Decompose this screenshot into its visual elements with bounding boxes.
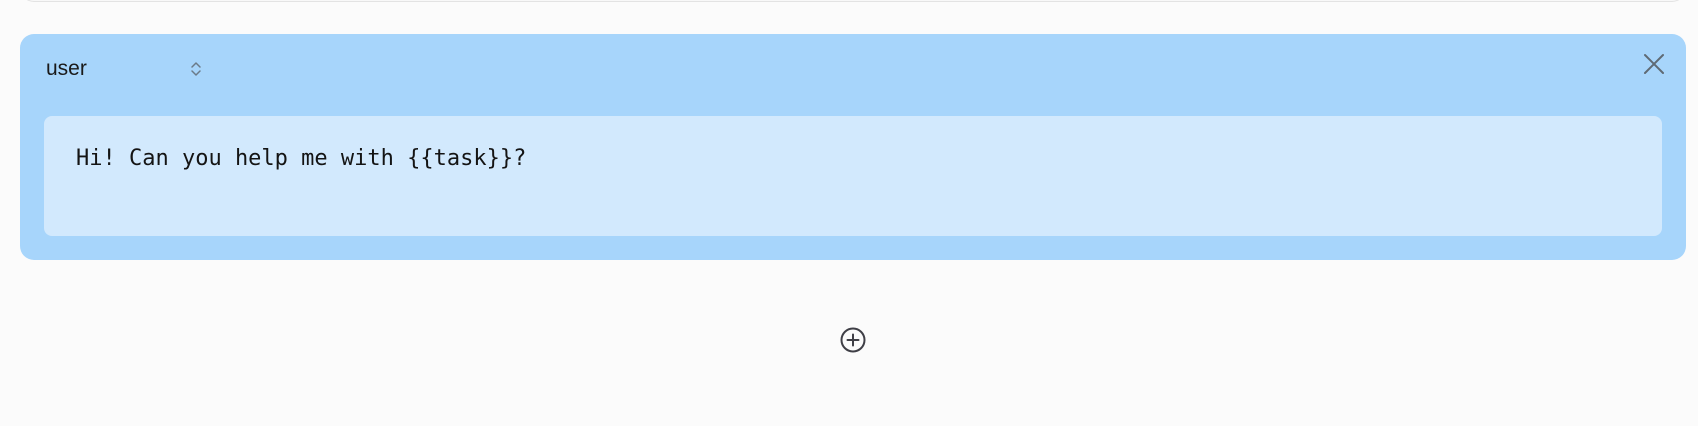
chevron-up-down-icon: [191, 62, 201, 76]
message-content-input[interactable]: Hi! Can you help me with {{task}}?: [44, 116, 1662, 236]
close-button[interactable]: [1640, 50, 1668, 78]
message-card: user Hi! Can you help me with {{task}}?: [20, 34, 1686, 260]
add-message-button[interactable]: [838, 325, 868, 355]
plus-circle-icon: [840, 327, 866, 353]
role-label: user: [46, 57, 87, 80]
previous-message-card-edge: [20, 0, 1686, 2]
close-icon: [1644, 54, 1664, 74]
role-selector[interactable]: user: [46, 54, 201, 84]
